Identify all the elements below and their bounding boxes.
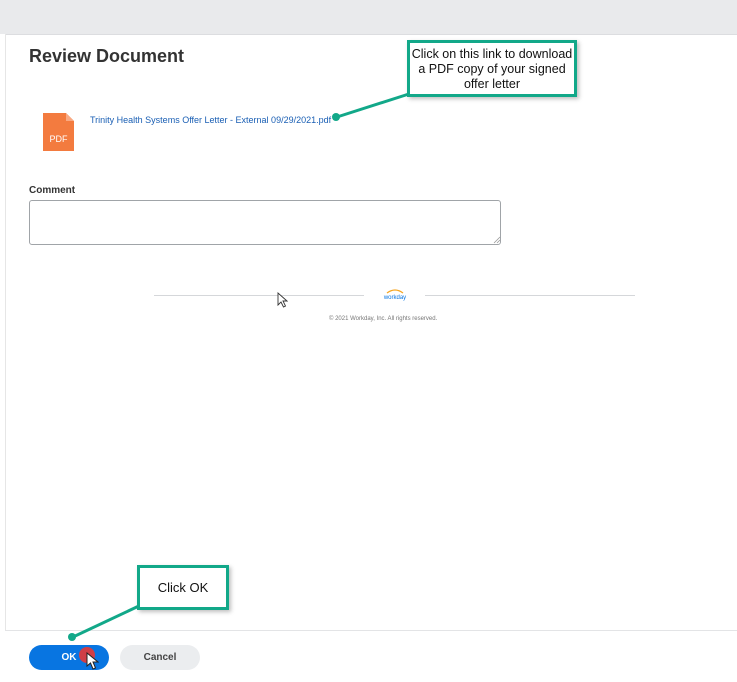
pdf-icon-label: PDF: [50, 134, 69, 144]
comment-label: Comment: [29, 185, 76, 196]
workday-logo-text: workday: [383, 295, 406, 301]
top-bar: [0, 0, 737, 35]
left-edge: [0, 34, 6, 681]
mouse-pointer-icon: [86, 652, 99, 670]
mouse-pointer-icon: [277, 292, 288, 308]
resize-handle-icon[interactable]: [493, 236, 501, 244]
ok-instruction-callout: Click OK: [137, 565, 229, 610]
pdf-file-icon[interactable]: PDF: [43, 113, 74, 151]
download-callout-connector: [336, 91, 413, 119]
download-instruction-callout: Click on this link to download a PDF cop…: [407, 40, 577, 97]
workday-logo: workday: [383, 289, 406, 301]
offer-letter-download-link[interactable]: Trinity Health Systems Offer Letter - Ex…: [90, 115, 331, 125]
footer-divider-left: [154, 295, 364, 296]
action-bar: [5, 630, 737, 682]
callout-connectors: [68, 91, 413, 641]
footer-divider-right: [425, 295, 635, 296]
comment-field[interactable]: [29, 200, 501, 245]
copyright-text: © 2021 Workday, Inc. All rights reserved…: [329, 316, 438, 322]
page-title: Review Document: [29, 46, 185, 66]
cancel-button[interactable]: Cancel: [120, 645, 200, 670]
download-callout-dot: [332, 113, 340, 121]
